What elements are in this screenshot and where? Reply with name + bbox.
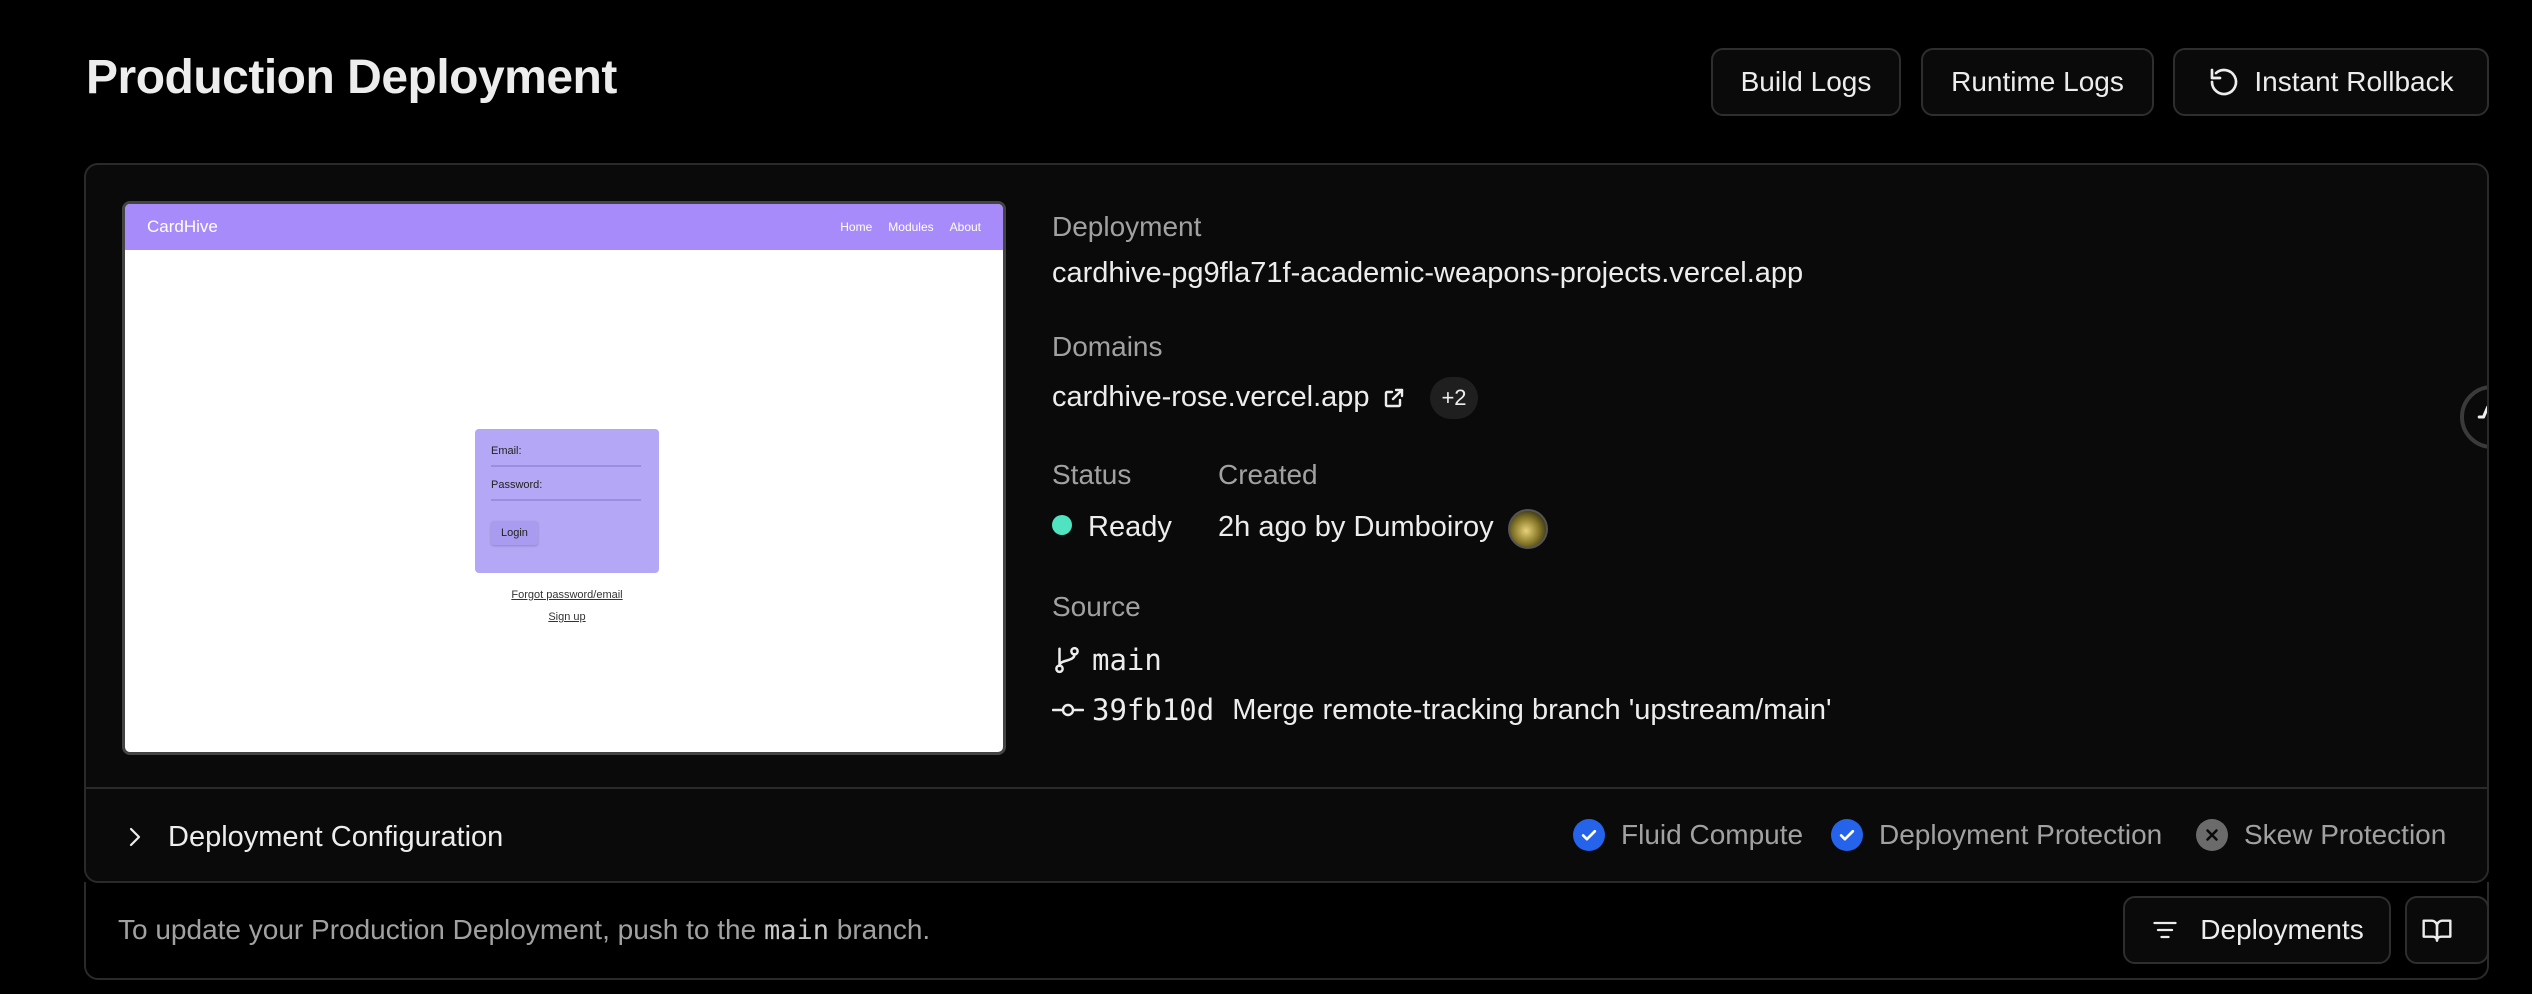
preview-password-field [491,493,641,501]
feature-deployment-protection: Deployment Protection [1831,819,2162,851]
source-branch[interactable]: main [1052,643,1162,677]
book-open-icon [2422,919,2452,942]
status-indicator [1052,515,1072,536]
check-circle-icon [1573,819,1605,851]
docs-button[interactable] [2405,896,2489,964]
deployment-configuration[interactable]: Deployment Configuration Fluid Compute D… [86,787,2487,881]
preview-form-links: Forgot password/email Sign up [425,584,709,628]
deployments-button[interactable]: Deployments [2123,896,2391,964]
filter-lines-icon [2153,921,2177,939]
preview-login-form: Email: Password: Login [475,429,659,573]
deployment-card: CardHive Home Modules About Email: Passw… [84,163,2489,883]
check-circle-icon [1831,819,1863,851]
page-title: Production Deployment [86,51,617,104]
preview-signup-link: Sign up [548,611,586,623]
instant-rollback-button[interactable]: Instant Rollback [2173,48,2489,116]
configuration-title: Deployment Configuration [168,821,504,853]
feature-fluid-compute: Fluid Compute [1573,819,1803,851]
branch-name: main [1092,643,1162,677]
footer-hint: To update your Production Deployment, pu… [118,914,930,946]
domains-label: Domains [1052,331,1163,362]
commit-hash: 39fb10d [1092,693,1215,727]
deployment-summary: CardHive Home Modules About Email: Passw… [86,165,2487,787]
avatar[interactable] [1508,509,1548,549]
source-label: Source [1052,591,1141,622]
git-commit-icon [1052,703,1084,717]
domains-extra-badge[interactable]: +2 [1430,377,1478,419]
created-value: 2h ago by Dumboiroy [1218,511,1494,543]
domain-primary: cardhive-rose.vercel.app [1052,381,1370,413]
external-link-icon [1384,388,1403,407]
footer-text-after: branch. [836,914,931,945]
feature-label: Skew Protection [2244,819,2447,850]
feature-label: Deployment Protection [1879,819,2163,850]
preview-nav-modules: Modules [888,220,934,234]
x-circle-icon [2196,819,2228,851]
build-logs-button[interactable]: Build Logs [1711,48,1901,116]
runtime-logs-button[interactable]: Runtime Logs [1921,48,2154,116]
preview-nav-home: Home [840,220,873,234]
deployment-preview[interactable]: CardHive Home Modules About Email: Passw… [122,201,1006,755]
deployment-label: Deployment [1052,211,1202,242]
preview-email-field [491,459,641,467]
preview-forgot-link: Forgot password/email [511,589,623,601]
preview-navbar: CardHive Home Modules About [125,204,1003,250]
commit-message: Merge remote-tracking branch 'upstream/m… [1232,693,1832,726]
build-logs-label: Build Logs [1740,66,1872,97]
git-branch-icon [1055,646,1079,674]
instant-rollback-label: Instant Rollback [2254,66,2454,97]
status-value: Ready [1088,511,1172,543]
preview-password-label: Password: [491,479,543,491]
footer-text-before: To update your Production Deployment, pu… [118,914,757,945]
observability-button[interactable] [2460,385,2487,449]
status-label: Status [1052,459,1132,490]
deployment-url[interactable]: cardhive-pg9fla71f-academic-weapons-proj… [1052,257,1803,290]
feature-label: Fluid Compute [1621,819,1804,850]
preview-email-label: Email: [491,445,522,457]
preview-login-button: Login [491,521,538,545]
runtime-logs-label: Runtime Logs [1951,66,2124,97]
preview-nav-about: About [949,220,981,234]
chevron-right-icon [129,827,141,847]
source-commit[interactable]: 39fb10d Merge remote-tracking branch 'up… [1052,693,1832,727]
activity-icon [2477,405,2487,419]
preview-brand: CardHive [147,217,218,236]
domain-link[interactable]: cardhive-rose.vercel.app [1052,381,1406,414]
status-value-wrap: Ready [1052,511,1172,544]
footer-branch: main [763,915,829,946]
rollback-icon [2211,68,2238,96]
preview-nav-links: Home Modules About [840,220,981,234]
created-label: Created [1218,459,1318,490]
feature-skew-protection: Skew Protection [2196,819,2446,851]
deployments-label: Deployments [2200,914,2364,945]
